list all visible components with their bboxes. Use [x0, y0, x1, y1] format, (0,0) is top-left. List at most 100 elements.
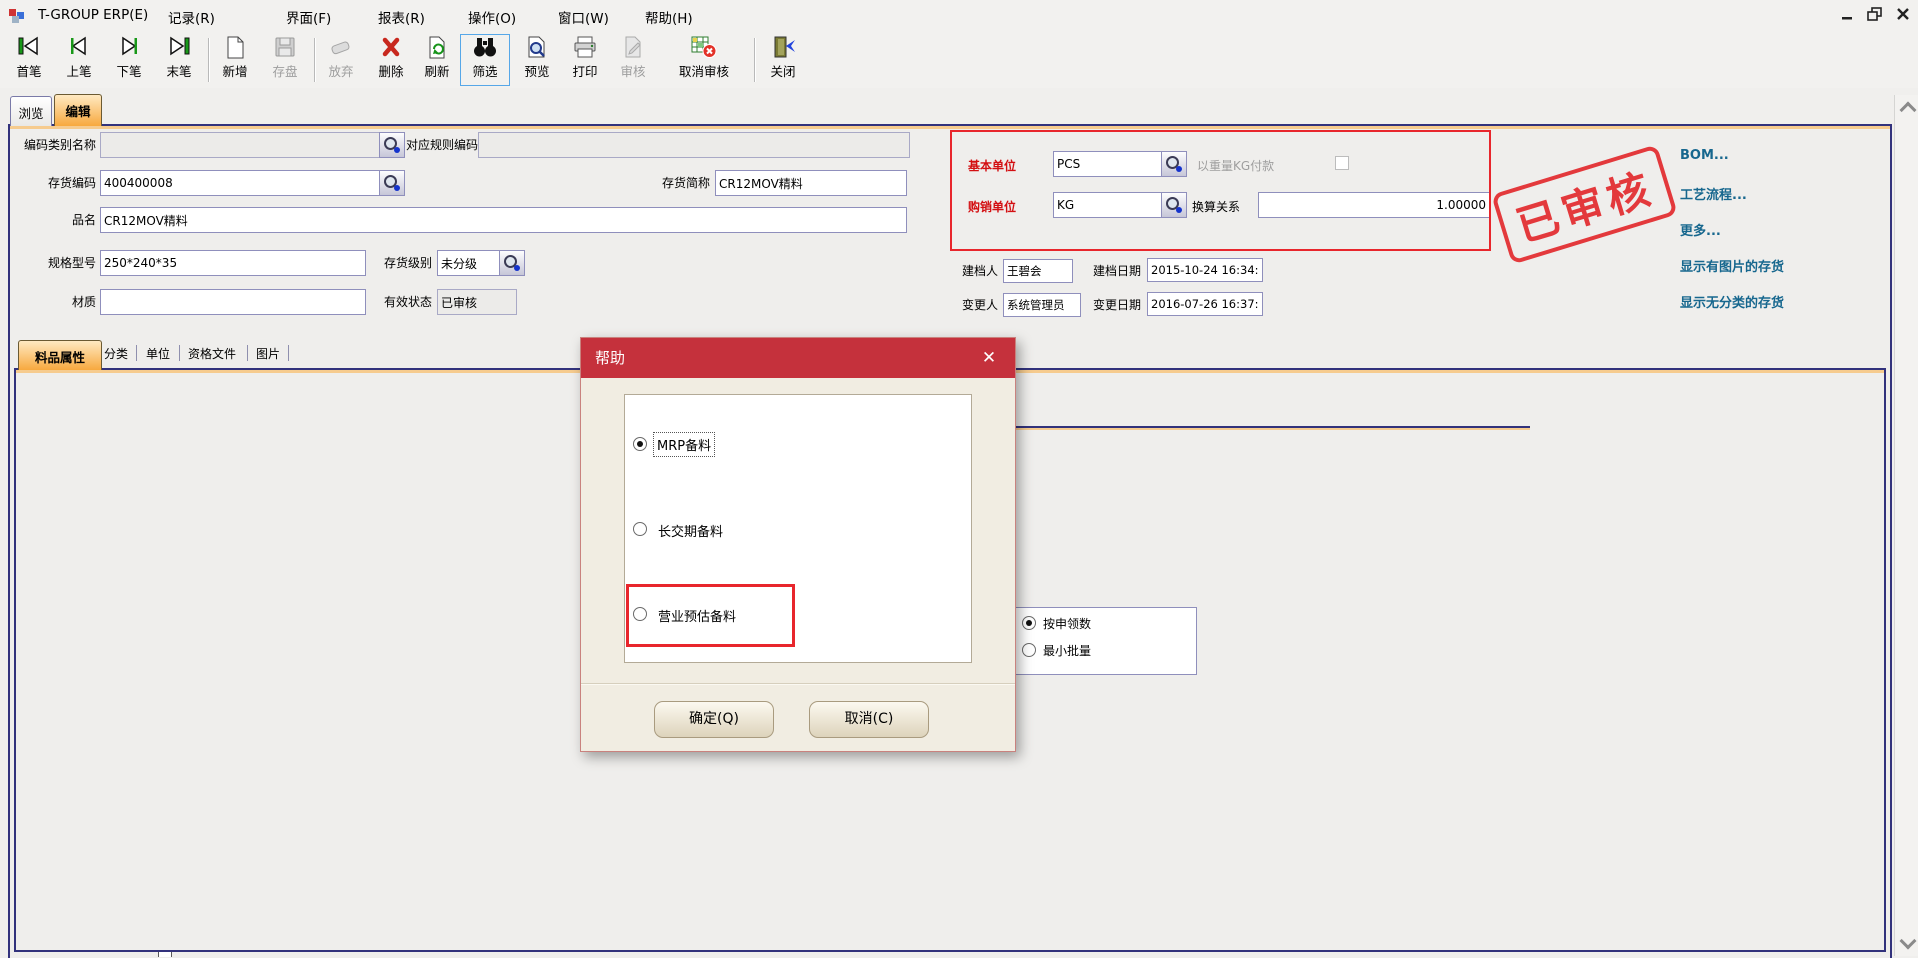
- close-form-button[interactable]: 关闭: [760, 34, 806, 86]
- close-window-icon[interactable]: [1892, 6, 1914, 24]
- modifier-label: 变更人: [962, 298, 998, 313]
- tab-browse[interactable]: 浏览: [10, 96, 52, 126]
- menu-item-record[interactable]: 记录(R): [168, 7, 215, 27]
- eraser-icon: [318, 35, 364, 61]
- magnifier-icon: [500, 251, 524, 275]
- code-type-label: 编码类别名称: [8, 138, 96, 153]
- modify-date-input: [1147, 292, 1263, 316]
- link-bom[interactable]: BOM...: [1680, 148, 1729, 163]
- stock-code-lookup-button[interactable]: [379, 170, 405, 196]
- scroll-up-icon[interactable]: [1900, 102, 1917, 119]
- status-input: [437, 289, 517, 315]
- magnifier-icon: [380, 171, 404, 195]
- long-lead-prepare-label[interactable]: 长交期备料: [658, 521, 723, 540]
- tab-edit[interactable]: 编辑: [54, 94, 102, 126]
- subtab-separator: [288, 345, 289, 361]
- save-button[interactable]: 存盘: [262, 34, 308, 86]
- cancel-audit-icon: [658, 35, 750, 61]
- refresh-button[interactable]: 刷新: [414, 34, 460, 86]
- restore-icon[interactable]: [1864, 6, 1886, 24]
- save-floppy-icon: [262, 35, 308, 61]
- audit-icon: [610, 35, 656, 61]
- subtab-item-attributes[interactable]: 料品属性: [18, 340, 102, 370]
- exit-door-icon: [760, 35, 806, 61]
- sales-forecast-prepare-radio[interactable]: [633, 607, 647, 621]
- subtab-units[interactable]: 单位: [146, 347, 170, 362]
- rule-code-input[interactable]: [478, 132, 910, 158]
- stock-abbr-label: 存货简称: [640, 176, 710, 191]
- app-icon: [8, 8, 26, 28]
- menu-item-ui[interactable]: 界面(F): [286, 7, 331, 27]
- stock-code-input[interactable]: [100, 170, 405, 196]
- stock-level-label: 存货级别: [372, 256, 432, 271]
- last-record-button[interactable]: 末笔: [156, 34, 202, 86]
- mrp-prepare-label[interactable]: MRP备料: [654, 433, 714, 456]
- long-lead-prepare-radio[interactable]: [633, 522, 647, 536]
- by-request-radio[interactable]: [1022, 616, 1036, 630]
- code-type-input[interactable]: [100, 132, 405, 158]
- menu-item-help[interactable]: 帮助(H): [645, 7, 693, 27]
- binoculars-icon: [460, 35, 510, 61]
- issue-mode-groupbox: [1013, 607, 1197, 675]
- stock-abbr-input[interactable]: [715, 170, 907, 196]
- magnifier-icon: [380, 133, 404, 157]
- filter-button[interactable]: 筛选: [460, 34, 510, 86]
- product-name-label: 品名: [8, 213, 96, 228]
- link-show-with-images[interactable]: 显示有图片的存货: [1680, 256, 1784, 275]
- menu-item-window[interactable]: 窗口(W): [558, 7, 609, 27]
- dialog-footer-separator: [581, 683, 1015, 684]
- prev-record-button[interactable]: 上笔: [56, 34, 102, 86]
- new-doc-icon: [212, 35, 258, 61]
- prev-record-icon: [56, 35, 102, 61]
- cancel-audit-button[interactable]: 取消审核: [658, 34, 750, 86]
- mrp-prepare-radio[interactable]: [633, 437, 647, 451]
- preview-button[interactable]: 预览: [514, 34, 560, 86]
- menu-item-app[interactable]: T-GROUP ERP(E): [38, 7, 148, 23]
- refresh-icon: [414, 35, 460, 61]
- modify-date-label: 变更日期: [1093, 298, 1141, 313]
- minimize-icon[interactable]: [1836, 6, 1858, 24]
- subtab-classification[interactable]: 分类: [104, 347, 128, 362]
- sales-forecast-prepare-label[interactable]: 营业预估备料: [658, 606, 736, 625]
- menu-item-action[interactable]: 操作(O): [468, 7, 516, 27]
- status-label: 有效状态: [372, 295, 432, 310]
- link-show-unclassified[interactable]: 显示无分类的存货: [1680, 292, 1784, 311]
- dialog-close-icon[interactable]: ✕: [977, 338, 1001, 378]
- delete-x-icon: [368, 35, 414, 61]
- menu-item-report[interactable]: 报表(R): [378, 7, 425, 27]
- create-date-input: [1147, 258, 1263, 282]
- ok-button[interactable]: 确定(Q): [654, 701, 774, 738]
- last-record-icon: [156, 35, 202, 61]
- spec-input[interactable]: [100, 250, 366, 276]
- dialog-title-bar[interactable]: 帮助: [581, 338, 1015, 378]
- link-process-flow[interactable]: 工艺流程...: [1680, 184, 1747, 203]
- subtab-qualification-files[interactable]: 资格文件: [188, 347, 236, 362]
- next-record-button[interactable]: 下笔: [106, 34, 152, 86]
- stock-code-label: 存货编码: [8, 176, 96, 191]
- stock-level-lookup-button[interactable]: [499, 250, 525, 276]
- material-input[interactable]: [100, 289, 366, 315]
- by-min-batch-radio[interactable]: [1022, 643, 1036, 657]
- material-label: 材质: [8, 295, 96, 310]
- audit-button[interactable]: 审核: [610, 34, 656, 86]
- product-name-input[interactable]: [100, 207, 907, 233]
- create-date-label: 建档日期: [1093, 264, 1141, 279]
- subtab-separator: [247, 345, 248, 361]
- delete-button[interactable]: 删除: [368, 34, 414, 86]
- new-button[interactable]: 新增: [212, 34, 258, 86]
- unit-annotation-box: [950, 130, 1491, 251]
- first-record-button[interactable]: 首笔: [6, 34, 52, 86]
- cancel-button[interactable]: 取消(C): [809, 701, 929, 738]
- vertical-scrollbar[interactable]: [1894, 95, 1918, 956]
- subtab-separator: [179, 345, 180, 361]
- erp-window: T-GROUP ERP(E) 记录(R) 界面(F) 报表(R) 操作(O) 窗…: [0, 0, 1918, 958]
- code-type-lookup-button[interactable]: [379, 132, 405, 158]
- scroll-down-icon[interactable]: [1900, 933, 1917, 950]
- link-more[interactable]: 更多...: [1680, 220, 1721, 239]
- toolbar-separator: [314, 38, 315, 82]
- print-button[interactable]: 打印: [562, 34, 608, 86]
- discard-button[interactable]: 放弃: [318, 34, 364, 86]
- subtab-images[interactable]: 图片: [256, 347, 280, 362]
- help-dialog: 帮助 ✕ MRP备料 长交期备料 营业预估备料 确定(Q) 取消(C): [580, 337, 1016, 752]
- menu-bar: T-GROUP ERP(E) 记录(R) 界面(F) 报表(R) 操作(O) 窗…: [0, 0, 1918, 32]
